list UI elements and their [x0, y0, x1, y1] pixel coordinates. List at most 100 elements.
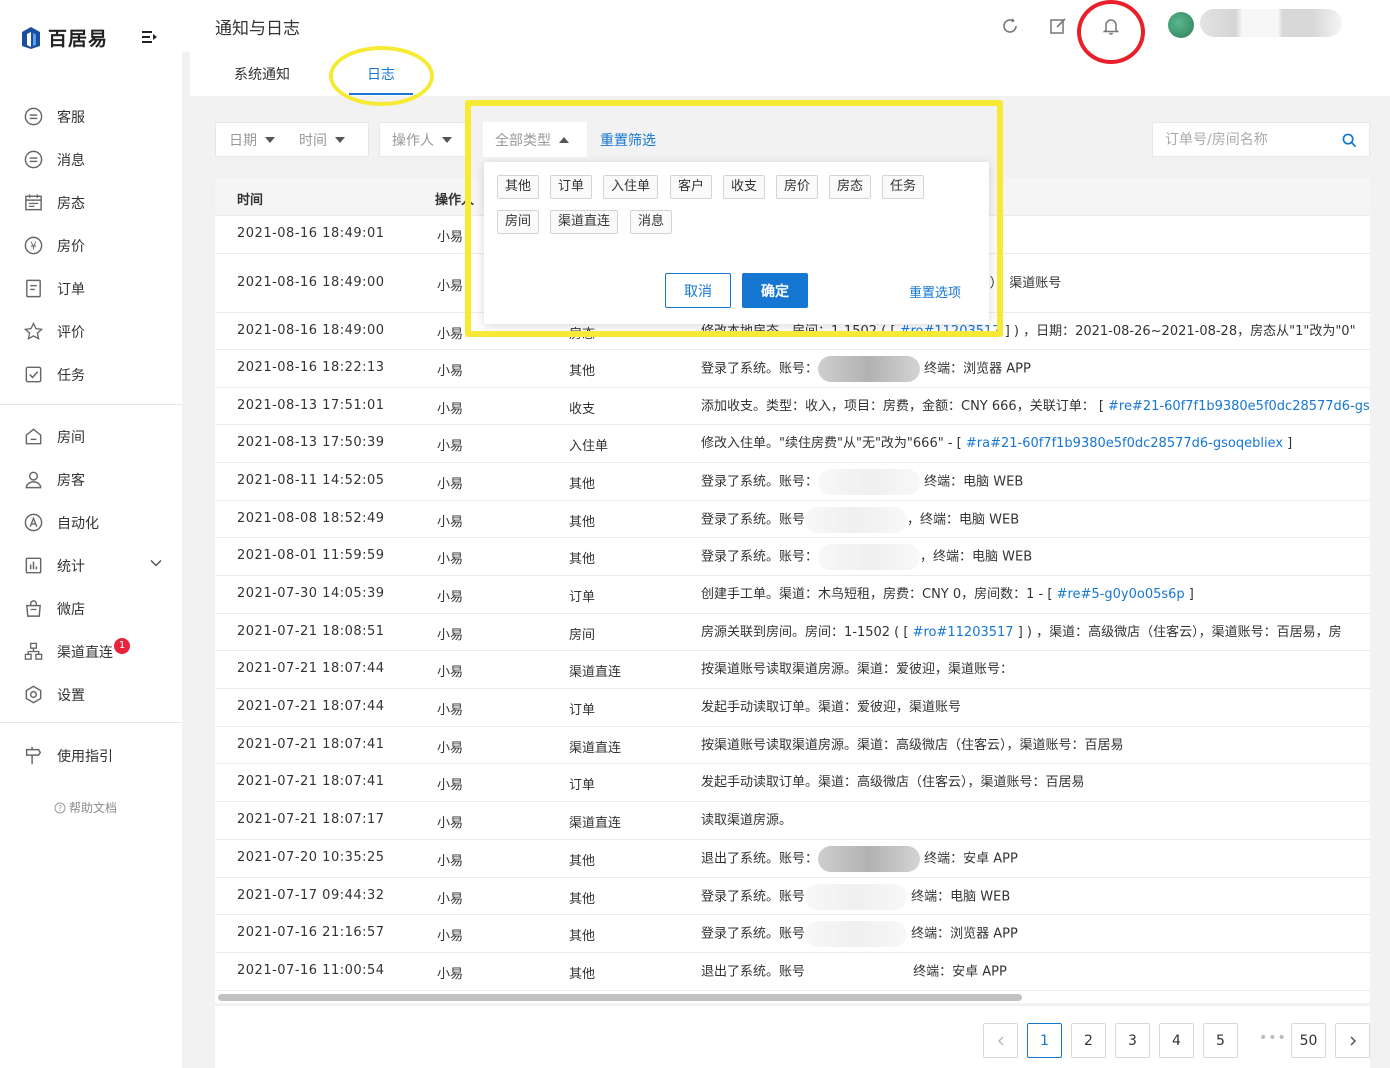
help-doc-link[interactable]: ? 帮助文档	[54, 799, 117, 816]
pagination-ellipsis[interactable]: •••	[1259, 1030, 1287, 1046]
question-icon: ?	[54, 802, 66, 813]
sidebar-item-automation[interactable]: 自动化	[0, 501, 182, 544]
sidebar-item-settings[interactable]: 设置	[0, 673, 182, 716]
time-select[interactable]: 时间	[299, 130, 345, 150]
cell-time: 2021-08-16 18:22:13	[237, 360, 385, 375]
type-option-chip[interactable]: 渠道直连	[550, 210, 619, 234]
sidebar-item-order[interactable]: 订单	[0, 267, 182, 310]
tab-system-notice[interactable]: 系统通知	[234, 64, 290, 84]
sidebar-item-task-check[interactable]: 任务	[0, 353, 182, 396]
table-row: 2021-07-21 18:07:44 小易 渠道直连 按渠道账号读取渠道房源。渠道：…	[215, 651, 1370, 689]
cell-content: 修改入住单。"续住房费"从"无"改为"666" - [ #ra#21-60f7f…	[701, 431, 1370, 457]
automation-icon	[22, 512, 44, 534]
prev-page-button[interactable]	[983, 1023, 1018, 1058]
sidebar-item-yen[interactable]: ¥ 房价	[0, 224, 182, 267]
sidebar-item-label: 设置	[57, 687, 85, 704]
sidebar-item-message[interactable]: 消息	[0, 138, 182, 181]
type-option-chip[interactable]: 任务	[882, 175, 925, 199]
content-text: ] ) ，渠道：高级微店（住客云），渠道账号：百居易，房	[1013, 625, 1342, 640]
cell-content: 登录了系统。账号 ，终端：电脑 WEB	[701, 507, 1370, 534]
cell-content: 房源关联到房间。房间：1-1502 ( [ #ro#11203517 ] ) ，…	[701, 620, 1370, 646]
cell-operator: 小易	[437, 439, 464, 454]
cell-time: 2021-07-21 18:07:44	[237, 699, 385, 714]
search-icon[interactable]	[1342, 133, 1357, 148]
active-tab-indicator	[349, 93, 413, 95]
user-name-redacted[interactable]	[1200, 9, 1342, 37]
cell-content: 登录了系统。账号 终端：电脑 WEB	[701, 884, 1370, 911]
cell-content: 添加收支。类型：收入，项目：房费，金额：CNY 666，关联订单： [ #re#…	[701, 394, 1370, 420]
cell-type: 收支	[569, 402, 596, 417]
content-text: 终端：浏览器 APP	[907, 926, 1018, 942]
page-button[interactable]: 5	[1203, 1023, 1238, 1058]
sidebar-item-chart[interactable]: 统计	[0, 544, 182, 587]
edit-icon[interactable]	[1048, 16, 1068, 36]
page-button[interactable]: 3	[1115, 1023, 1150, 1058]
cell-content: 发起手动读取订单。渠道：高级微店（住客云），渠道账号：百居易	[701, 770, 1370, 796]
avatar[interactable]	[1168, 12, 1194, 38]
reset-filter-button[interactable]: 重置筛选	[600, 130, 656, 150]
reference-link[interactable]: #re#5-g0y0o05s6p	[1057, 587, 1185, 602]
type-option-chip[interactable]: 房价	[776, 175, 819, 199]
reference-link[interactable]: #ra#21-60f7f1b9380e5f0dc28577d6-gsoqebli…	[966, 436, 1283, 451]
sidebar-item-star[interactable]: 评价	[0, 310, 182, 353]
sidebar-item-guide[interactable]: 使用指引	[0, 734, 182, 777]
content-text: ]	[1184, 587, 1194, 602]
sidebar-item-home[interactable]: 房间	[0, 415, 182, 458]
cell-time: 2021-07-17 09:44:32	[237, 888, 385, 903]
chevron-down-icon[interactable]	[150, 559, 162, 567]
reset-options-button[interactable]: 重置选项	[909, 282, 961, 301]
refresh-icon[interactable]	[1000, 16, 1020, 36]
page-button[interactable]: 2	[1071, 1023, 1106, 1058]
cell-time: 2021-07-21 18:08:51	[237, 624, 385, 639]
content-text: 终端：浏览器 APP	[920, 361, 1031, 377]
collapse-menu-icon[interactable]	[142, 30, 158, 44]
table-row: 2021-07-21 18:07:41 小易 渠道直连 按渠道账号读取渠道房源。渠道：…	[215, 727, 1370, 764]
sidebar-item-calendar[interactable]: 房态	[0, 181, 182, 224]
logo[interactable]: 百居易	[20, 24, 108, 51]
date-select[interactable]: 日期	[229, 130, 275, 150]
time-select-label: 时间	[299, 132, 327, 149]
cell-type: 其他	[569, 477, 596, 492]
sidebar-item-chat[interactable]: 客服	[0, 95, 182, 138]
type-option-chip[interactable]: 订单	[550, 175, 593, 199]
cell-content: 发起手动读取订单。渠道：爱彼迎，渠道账号	[701, 695, 1370, 721]
type-option-chip[interactable]: 客户	[670, 175, 713, 199]
type-option-chip[interactable]: 入住单	[603, 175, 659, 199]
search-input[interactable]	[1153, 123, 1333, 156]
cell-operator: 小易	[437, 327, 464, 342]
cancel-button[interactable]: 取消	[665, 273, 731, 308]
cell-type: 其他	[569, 929, 596, 944]
confirm-button[interactable]: 确定	[742, 273, 808, 308]
page-button[interactable]: 1	[1027, 1023, 1062, 1058]
content-text: 发起手动读取订单。渠道：爱彼迎，渠道账号	[701, 700, 962, 715]
reference-link[interactable]: #re#21-60f7f1b9380e5f0dc28577d6-gsoqebli…	[1108, 399, 1370, 414]
cell-type: 入住单	[569, 439, 609, 454]
nav-group-guide: 使用指引	[0, 734, 182, 777]
sidebar-item-user[interactable]: 房客	[0, 458, 182, 501]
reference-link[interactable]: #ro#11203517	[900, 324, 1001, 339]
calendar-icon	[22, 192, 44, 214]
next-page-button[interactable]	[1335, 1023, 1370, 1058]
type-select[interactable]: 全部类型	[483, 122, 587, 157]
reference-link[interactable]: #ro#11203517	[913, 625, 1014, 640]
table-row: 2021-07-16 21:16:57 小易 其他 登录了系统。账号 终端：浏览器 A…	[215, 915, 1370, 953]
page-last[interactable]: 50	[1291, 1023, 1326, 1058]
cell-time: 2021-08-16 18:49:01	[237, 226, 385, 241]
sidebar-item-channel[interactable]: 渠道直连 1	[0, 630, 182, 673]
type-option-chip[interactable]: 房态	[829, 175, 872, 199]
page-button[interactable]: 4	[1159, 1023, 1194, 1058]
bell-icon[interactable]	[1101, 16, 1121, 36]
type-option-chip[interactable]: 房间	[497, 210, 540, 234]
type-option-chip[interactable]: 其他	[497, 175, 540, 199]
type-option-chip[interactable]: 消息	[630, 210, 673, 234]
sidebar-item-label: 订单	[57, 281, 85, 298]
content-text: ]	[1283, 436, 1293, 451]
sidebar-item-shop-bag[interactable]: 微店	[0, 587, 182, 630]
sidebar-item-label: 自动化	[57, 515, 99, 532]
table-row: 2021-08-08 18:52:49 小易 其他 登录了系统。账号 ，终端：电脑 WE…	[215, 501, 1370, 538]
tab-log[interactable]: 日志	[367, 64, 395, 84]
cell-content: 创建手工单。渠道：木鸟短租，房费：CNY 0，房间数：1 - [ #re#5-g…	[701, 582, 1370, 608]
type-option-chip[interactable]: 收支	[723, 175, 766, 199]
horizontal-scrollbar[interactable]	[218, 994, 1022, 1001]
operator-select[interactable]: 操作人	[379, 122, 469, 157]
